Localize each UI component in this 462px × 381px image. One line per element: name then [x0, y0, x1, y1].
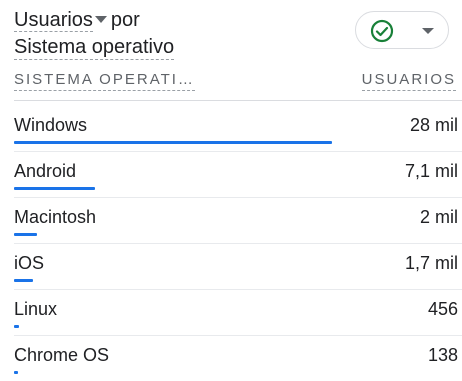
caret-down-icon [422, 28, 434, 34]
users-by-os-card: Usuarios por Sistema operativo SISTEMA OP… [0, 0, 462, 381]
dimension-selector[interactable]: Sistema operativo [14, 35, 175, 60]
status-dropdown-button[interactable] [355, 11, 449, 49]
table-row[interactable]: iOS 1,7 mil [14, 244, 462, 290]
table-row[interactable]: Macintosh 2 mil [14, 198, 462, 244]
row-share-bar [14, 187, 95, 190]
row-share-bar [14, 141, 332, 144]
row-share-bar [14, 279, 33, 282]
row-value: 138 [427, 345, 458, 365]
caret-down-icon[interactable] [94, 15, 107, 23]
column-header-dimension[interactable]: SISTEMA OPERATI… [14, 70, 195, 91]
row-value: 28 mil [409, 115, 458, 135]
row-value: 7,1 mil [404, 161, 458, 181]
column-header-metric[interactable]: USUARIOS [361, 70, 456, 91]
row-label: iOS [14, 253, 45, 273]
row-share-bar [14, 233, 37, 236]
table-row[interactable]: Windows 28 mil [14, 106, 462, 152]
check-circle-icon [370, 19, 394, 43]
row-label: Windows [14, 115, 88, 135]
row-value: 2 mil [419, 207, 458, 227]
card-header: Usuarios por Sistema operativo [14, 8, 454, 62]
table-row[interactable]: Linux 456 [14, 290, 462, 336]
table-row[interactable]: Android 7,1 mil [14, 152, 462, 198]
row-label: Android [14, 161, 77, 181]
row-value: 1,7 mil [404, 253, 458, 273]
row-share-bar [14, 325, 19, 328]
row-label: Linux [14, 299, 58, 319]
row-share-bar [14, 371, 18, 374]
title-connector: por [110, 9, 140, 31]
metric-selector[interactable]: Usuarios [14, 9, 93, 32]
header-divider [14, 100, 462, 101]
card-title-line1: Usuarios por [14, 8, 140, 32]
table-row[interactable]: Chrome OS 138 [14, 336, 462, 381]
row-value: 456 [427, 299, 458, 319]
row-label: Chrome OS [14, 345, 110, 365]
row-label: Macintosh [14, 207, 97, 227]
